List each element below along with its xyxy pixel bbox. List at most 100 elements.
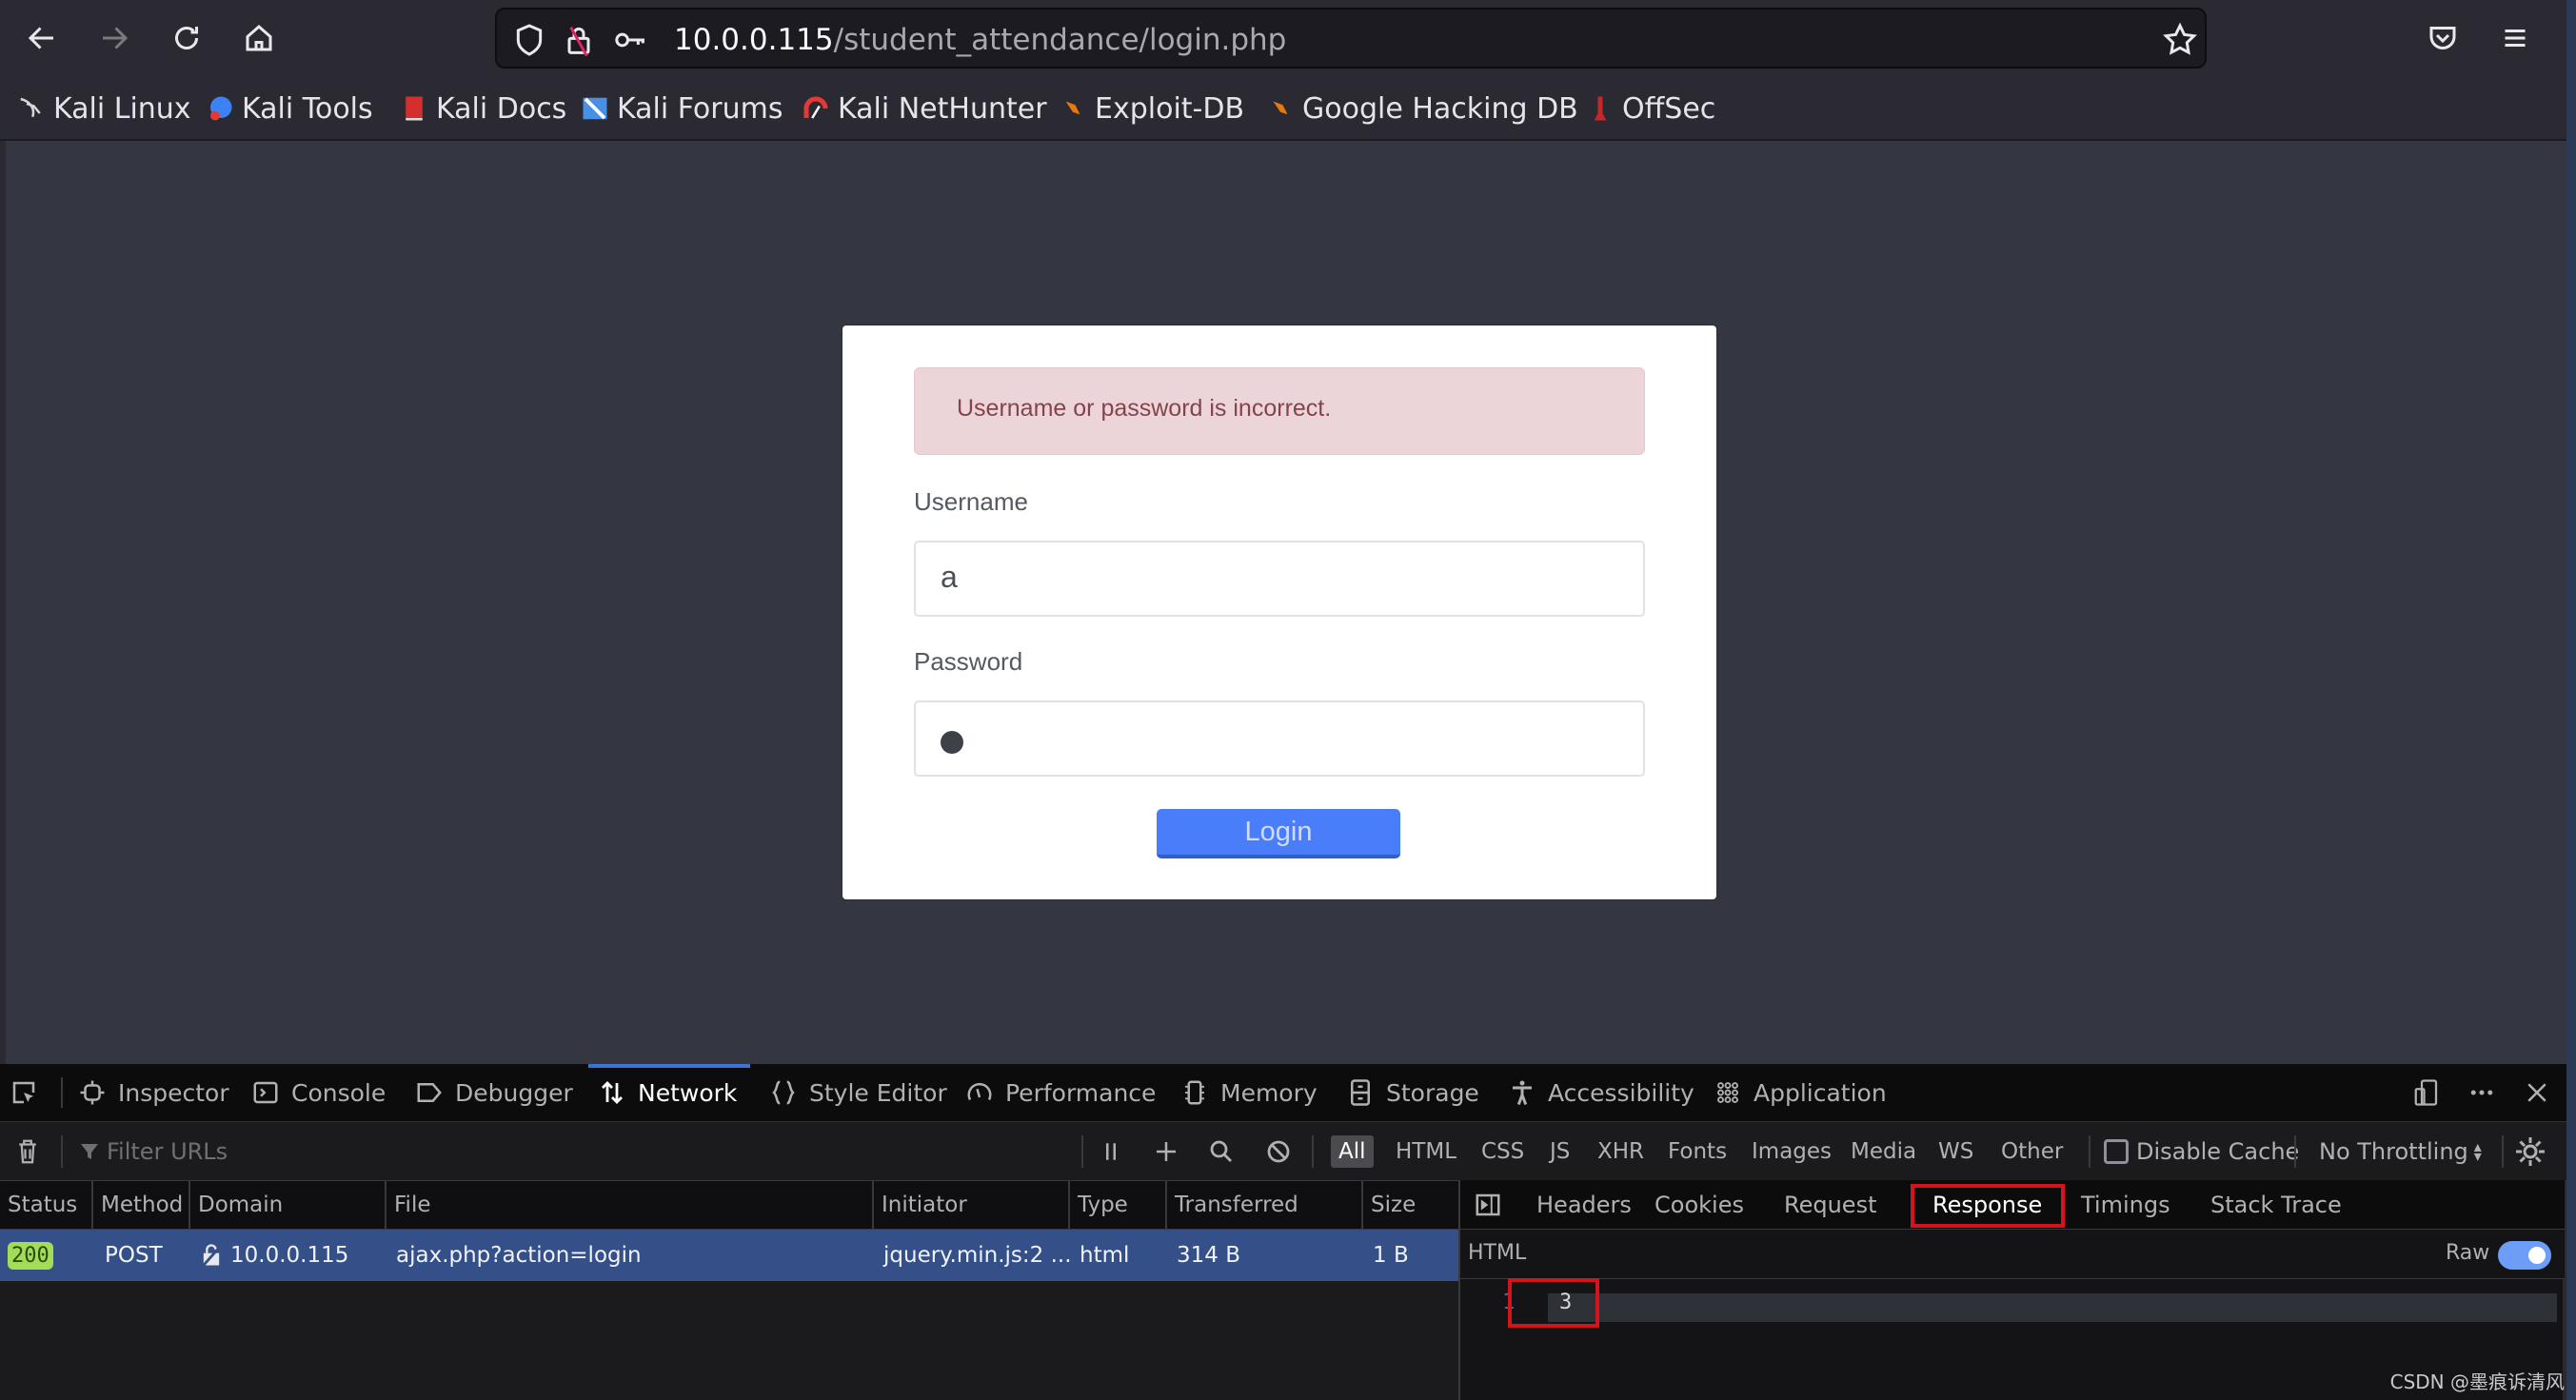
bookmark-kali-tools[interactable]: Kali Tools	[206, 91, 373, 126]
cell-transferred: 314 B	[1177, 1243, 1240, 1268]
key-icon[interactable]	[611, 21, 649, 59]
tab-network[interactable]: Network	[587, 1064, 751, 1121]
details-tabbar: Headers Cookies Request Response Timings…	[1460, 1180, 2565, 1230]
throttling-select[interactable]: No Throttling ▴ ▾	[2319, 1122, 2482, 1181]
home-button[interactable]	[236, 15, 282, 61]
bookmark-google-hacking-db[interactable]: Google Hacking DB	[1266, 91, 1578, 126]
block-requests-button[interactable]	[1264, 1122, 1293, 1181]
url-bar[interactable]: 10.0.0.115/student_attendance/login.php	[495, 8, 2207, 69]
tab-accessibility[interactable]: Accessibility	[1508, 1064, 1694, 1121]
col-domain[interactable]: Domain	[190, 1181, 386, 1229]
filter-all[interactable]: All	[1331, 1135, 1374, 1168]
filter-xhr[interactable]: XHR	[1590, 1135, 1652, 1168]
element-picker-button[interactable]	[10, 1064, 38, 1121]
insecure-lock-icon[interactable]	[560, 21, 598, 59]
separator	[61, 1077, 63, 1108]
forward-button[interactable]	[91, 15, 137, 61]
requests-table-empty-area	[0, 1281, 1458, 1400]
tab-headers[interactable]: Headers	[1536, 1180, 1632, 1230]
devtools-more-button[interactable]	[2467, 1064, 2496, 1121]
exploit-db-icon	[1065, 101, 1080, 115]
filter-media[interactable]: Media	[1843, 1135, 1924, 1168]
bookmark-kali-docs[interactable]: Kali Docs	[400, 91, 566, 126]
offsec-icon	[1594, 96, 1607, 121]
tab-performance[interactable]: Performance	[965, 1064, 1156, 1121]
bookmark-label: Kali Forums	[617, 91, 783, 126]
tracking-shield-icon[interactable]	[510, 21, 548, 59]
app-menu-button[interactable]	[2492, 15, 2538, 61]
tab-stack-trace[interactable]: Stack Trace	[2210, 1180, 2342, 1230]
disable-cache-checkbox[interactable]: Disable Cache	[2104, 1122, 2299, 1181]
pause-recording-button[interactable]	[1097, 1122, 1125, 1181]
network-settings-button[interactable]	[2513, 1122, 2547, 1181]
raw-label: Raw	[2446, 1241, 2490, 1265]
bookmark-label: Kali NetHunter	[838, 91, 1047, 126]
filter-images[interactable]: Images	[1744, 1135, 1839, 1168]
password-input[interactable]	[914, 700, 1645, 777]
bookmark-kali-linux[interactable]: Kali Linux	[17, 91, 191, 126]
throttling-value: No Throttling	[2319, 1138, 2468, 1165]
bookmark-kali-forums[interactable]: Kali Forums	[581, 91, 783, 126]
bookmark-offsec[interactable]: OffSec	[1586, 91, 1715, 126]
more-options-icon	[2470, 1090, 2493, 1095]
col-transferred[interactable]: Transferred	[1167, 1181, 1363, 1229]
filter-fonts[interactable]: Fonts	[1660, 1135, 1734, 1168]
annotation-box-response-tab	[1911, 1184, 2065, 1228]
style-editor-icon	[772, 1080, 795, 1105]
tab-console[interactable]: Console	[251, 1064, 386, 1121]
clear-requests-button[interactable]	[13, 1122, 42, 1181]
tab-style-editor[interactable]: Style Editor	[769, 1064, 947, 1121]
window-edge	[2566, 0, 2576, 1400]
arrow-right-icon	[103, 27, 129, 49]
table-row[interactable]: 200 POST 10.0.0.115 ajax.php?action=logi…	[0, 1230, 1458, 1281]
tab-label: Application	[1754, 1078, 1887, 1107]
console-icon	[253, 1081, 278, 1104]
tab-request[interactable]: Request	[1784, 1180, 1877, 1230]
bookmark-star-icon[interactable]	[2161, 21, 2199, 59]
tab-storage[interactable]: Storage	[1346, 1064, 1479, 1121]
cell-initiator[interactable]: jquery.min.js:2 ...	[876, 1230, 1072, 1281]
separator	[1312, 1135, 1314, 1168]
filter-urls-input[interactable]: Filter URLs	[78, 1122, 228, 1181]
col-status[interactable]: Status	[0, 1181, 93, 1229]
pocket-button[interactable]	[2420, 15, 2466, 61]
tab-timings[interactable]: Timings	[2081, 1180, 2170, 1230]
filter-other[interactable]: Other	[1993, 1135, 2071, 1168]
filter-js[interactable]: JS	[1542, 1135, 1577, 1168]
devtools-close-button[interactable]	[2523, 1064, 2551, 1121]
username-input[interactable]: a	[914, 541, 1645, 617]
col-method[interactable]: Method	[93, 1181, 190, 1229]
toggle-sidebar-button[interactable]	[1474, 1180, 1502, 1230]
col-initiator[interactable]: Initiator	[874, 1181, 1070, 1229]
watermark: CSDN @墨痕诉清风	[2389, 1370, 2565, 1393]
raw-toggle[interactable]	[2498, 1241, 2551, 1270]
tab-application[interactable]: Application	[1714, 1064, 1887, 1121]
new-request-button[interactable]	[1152, 1122, 1180, 1181]
username-label: Username	[914, 487, 1028, 516]
tab-cookies[interactable]: Cookies	[1655, 1180, 1744, 1230]
tab-debugger[interactable]: Debugger	[415, 1064, 573, 1121]
back-button[interactable]	[19, 15, 65, 61]
inspector-icon	[80, 1080, 105, 1105]
bookmark-kali-nethunter[interactable]: Kali NetHunter	[802, 91, 1047, 126]
url-text[interactable]: 10.0.0.115/student_attendance/login.php	[674, 23, 1286, 57]
reload-button[interactable]	[164, 15, 209, 61]
filter-html[interactable]: HTML	[1388, 1135, 1464, 1168]
tab-label: Debugger	[455, 1078, 573, 1107]
filter-css[interactable]: CSS	[1474, 1135, 1532, 1168]
cell-domain: 10.0.0.115	[190, 1230, 348, 1281]
filter-ws[interactable]: WS	[1931, 1135, 1981, 1168]
bookmark-label: OffSec	[1622, 91, 1716, 126]
tab-inspector[interactable]: Inspector	[78, 1064, 229, 1121]
search-button[interactable]	[1207, 1122, 1236, 1181]
col-size[interactable]: Size	[1363, 1181, 1458, 1229]
tab-memory[interactable]: Memory	[1180, 1064, 1318, 1121]
col-type[interactable]: Type	[1070, 1181, 1167, 1229]
network-icon	[602, 1081, 623, 1104]
bookmark-exploit-db[interactable]: Exploit-DB	[1059, 91, 1244, 126]
responsive-design-button[interactable]	[2412, 1064, 2441, 1121]
requests-table-header: Status Method Domain File Initiator Type…	[0, 1180, 1458, 1230]
col-file[interactable]: File	[386, 1181, 874, 1229]
bookmark-label: Exploit-DB	[1095, 91, 1245, 126]
login-button[interactable]: Login	[1157, 809, 1400, 858]
